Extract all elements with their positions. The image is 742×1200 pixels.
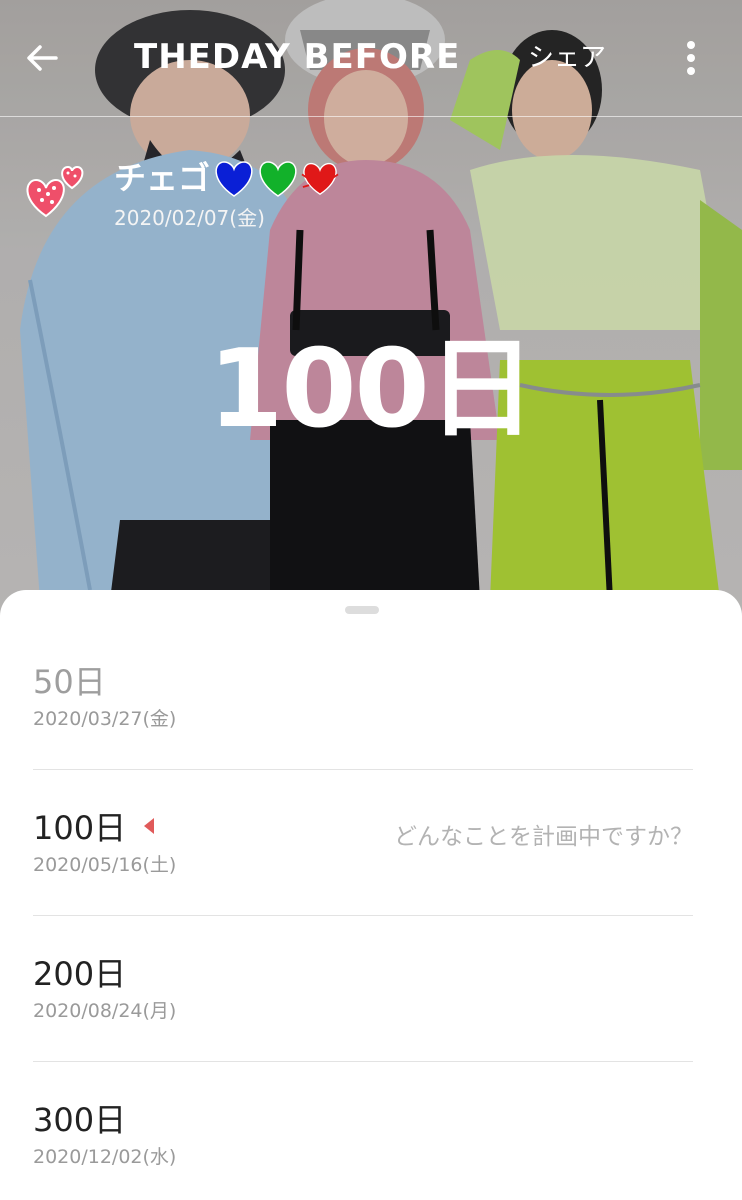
blue-heart-icon — [215, 161, 253, 197]
milestone-days: 300日 — [33, 1101, 127, 1139]
more-options-button[interactable] — [676, 36, 706, 80]
title-hearts — [212, 158, 340, 198]
day-count: 100日 — [208, 327, 535, 452]
milestone-days-row: 100日 — [33, 808, 155, 848]
milestone-date: 2020/05/16(土) — [33, 854, 177, 876]
event-title-text: チェゴ — [114, 159, 211, 197]
milestone-item-200[interactable]: 200日 2020/08/24(月) — [33, 882, 693, 1062]
milestone-item-300[interactable]: 300日 2020/12/02(水) — [33, 1028, 693, 1174]
red-heart-icon — [301, 162, 339, 196]
milestone-item-100[interactable]: 100日 どんなことを計画中ですか？ 2020/05/16(土) — [33, 736, 693, 916]
milestone-date: 2020/03/27(金) — [33, 708, 177, 730]
plan-hint[interactable]: どんなことを計画中ですか？ — [394, 822, 693, 852]
arrow-left-icon — [27, 45, 58, 71]
milestone-days: 50日 — [33, 663, 106, 701]
hero-background: THEDAY BEFORE シェア チェゴ 2020/02/07(金) 100日 — [0, 0, 742, 640]
green-heart-icon — [259, 161, 297, 197]
today-marker-icon — [144, 818, 155, 834]
brand-logo: THEDAY BEFORE — [134, 37, 461, 77]
topbar-divider — [0, 116, 742, 117]
milestone-days: 200日 — [33, 955, 127, 993]
back-button[interactable] — [18, 34, 66, 82]
milestone-date: 2020/12/02(水) — [33, 1146, 177, 1168]
sparkling-hearts-icon[interactable] — [24, 164, 88, 220]
top-app-bar: THEDAY BEFORE シェア — [0, 0, 742, 116]
share-button[interactable]: シェア — [528, 38, 606, 78]
event-date: 2020/02/07(金) — [114, 206, 265, 230]
milestone-sheet[interactable]: 50日 2020/03/27(金) 100日 どんなことを計画中ですか？ 202… — [0, 590, 742, 1200]
milestone-date: 2020/08/24(月) — [33, 1000, 177, 1022]
milestone-days: 100日 — [33, 809, 127, 847]
milestone-item-50[interactable]: 50日 2020/03/27(金) — [33, 590, 693, 770]
event-title: チェゴ — [114, 156, 340, 200]
more-vertical-icon — [687, 41, 695, 75]
